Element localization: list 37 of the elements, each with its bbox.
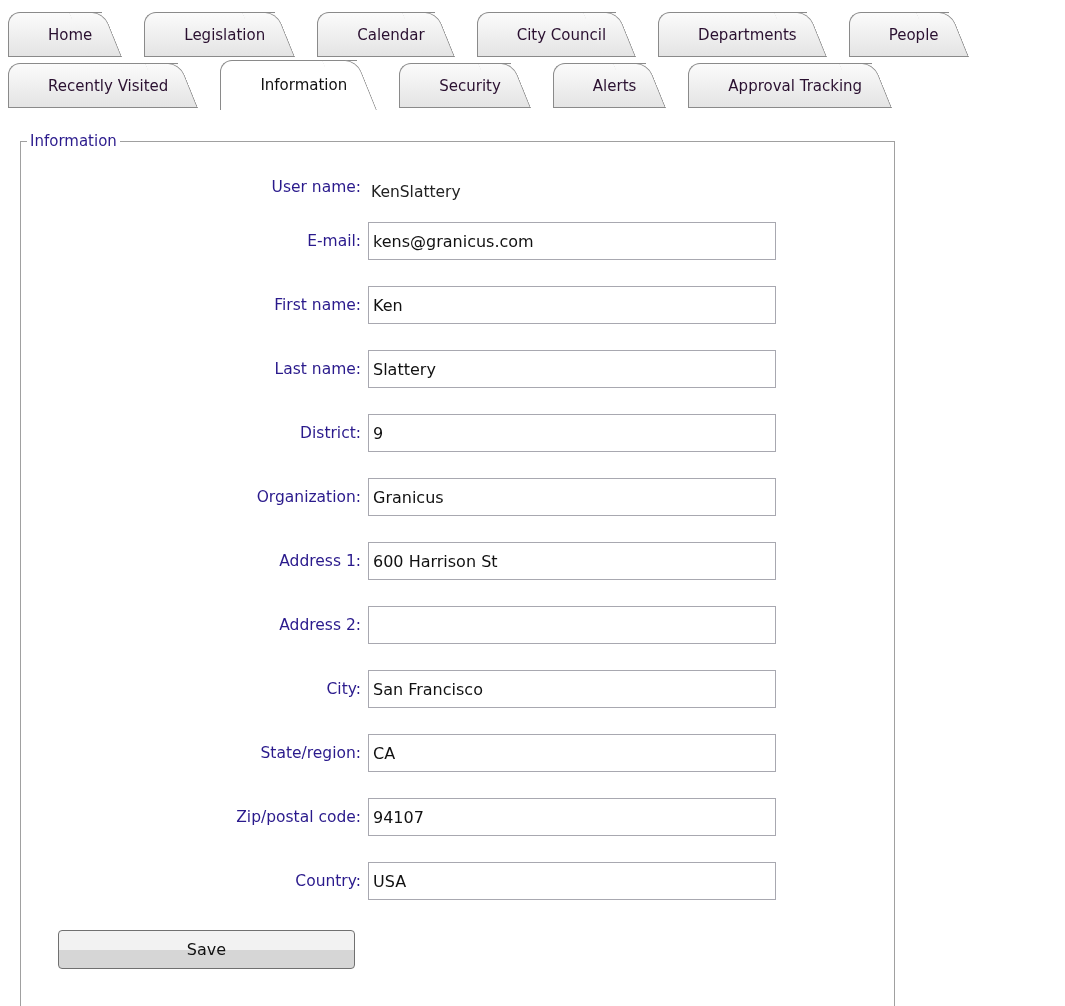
tab[interactable]: Home (8, 12, 143, 57)
tab[interactable]: Approval Tracking (688, 63, 913, 108)
input-field[interactable]: 94107 (368, 798, 776, 836)
tab[interactable]: Alerts (552, 63, 687, 108)
panel-legend: Information (27, 132, 120, 150)
input-field[interactable]: CA (368, 734, 776, 772)
field-label: City: (325, 680, 361, 698)
input-field[interactable]: USA (368, 862, 776, 900)
field-label: First name: (273, 296, 361, 314)
field-label: E-mail: (306, 232, 361, 250)
tab[interactable]: Security (399, 63, 551, 108)
tab[interactable]: Legislation (144, 12, 316, 57)
tab[interactable]: Information (220, 60, 398, 110)
field-label: Address 1: (278, 552, 361, 570)
field-label: User name: (270, 178, 361, 196)
field-label: Organization: (255, 488, 361, 506)
input-field[interactable]: 9 (368, 414, 776, 452)
input-field[interactable]: kens@granicus.com (368, 222, 776, 260)
tab[interactable]: City Council (476, 12, 657, 57)
field-label: District: (299, 424, 361, 442)
tab[interactable]: People (848, 12, 989, 57)
tab[interactable]: Calendar (317, 12, 475, 57)
field-label: Zip/postal code: (235, 808, 361, 826)
field-value: KenSlattery (370, 183, 462, 203)
input-field[interactable] (368, 606, 776, 644)
field-label: State/region: (259, 744, 361, 762)
tab[interactable]: Recently Visited (8, 63, 219, 108)
input-field[interactable]: San Francisco (368, 670, 776, 708)
tab[interactable]: Departments (658, 12, 847, 57)
input-field[interactable]: Granicus (368, 478, 776, 516)
input-field[interactable]: Slattery (368, 350, 776, 388)
field-label: Address 2: (278, 616, 361, 634)
field-label: Country: (294, 872, 361, 890)
input-field[interactable]: 600 Harrison St (368, 542, 776, 580)
field-label: Last name: (273, 360, 361, 378)
input-field[interactable]: Ken (368, 286, 776, 324)
save-button[interactable]: Save (58, 930, 355, 969)
